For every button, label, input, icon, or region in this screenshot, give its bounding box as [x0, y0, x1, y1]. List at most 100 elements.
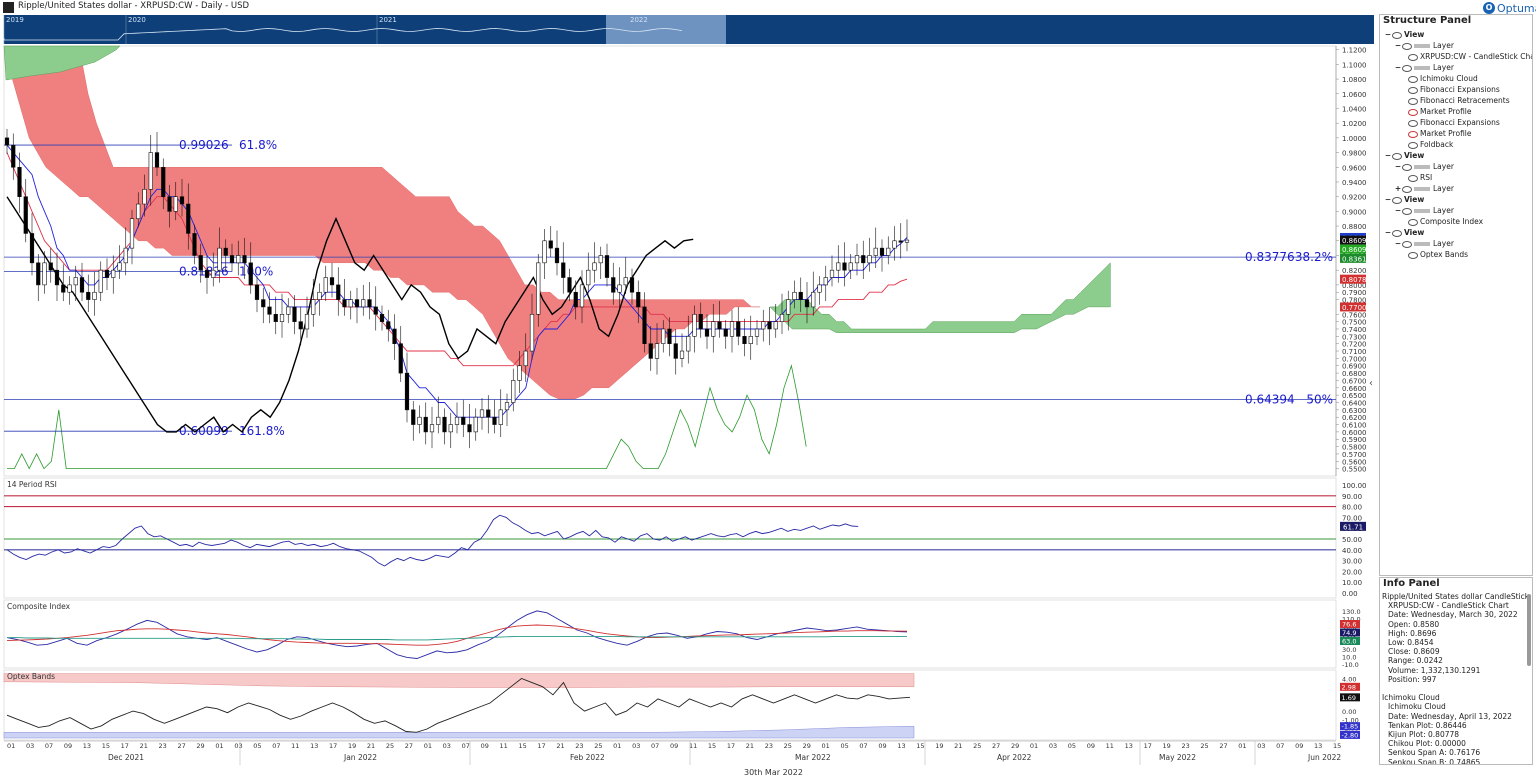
candle-body — [798, 291, 803, 300]
info-panel[interactable]: Info Panel Ripple/United States dollar C… — [1379, 577, 1533, 765]
candle-body — [261, 299, 266, 308]
visibility-eye-icon[interactable] — [1392, 229, 1402, 237]
time-axis-day-label: 25 — [594, 742, 602, 750]
visibility-eye-icon[interactable] — [1402, 207, 1412, 215]
collapse-icon[interactable]: − — [1394, 62, 1402, 73]
structure-tree-item[interactable]: − View — [1380, 29, 1532, 40]
collapse-icon[interactable]: − — [1394, 161, 1402, 172]
visibility-eye-icon[interactable] — [1402, 64, 1412, 72]
collapse-icon[interactable]: − — [1384, 29, 1392, 40]
candle-body — [492, 416, 497, 425]
structure-tree-item[interactable]: Optex Bands — [1380, 249, 1532, 260]
structure-tree-item[interactable]: Foldback — [1380, 139, 1532, 150]
info-row: Tenkan Plot: 0.86446 — [1388, 720, 1467, 730]
structure-tree-item[interactable]: − View — [1380, 194, 1532, 205]
rsi-axis-label: 0.00 — [1342, 590, 1358, 598]
time-axis-month-label: Dec 2021 — [108, 753, 144, 762]
price-axis-label: 0.8800 — [1342, 223, 1367, 231]
structure-panel[interactable]: Structure Panel − View − Layer XRPUSD:CW - C… — [1379, 14, 1533, 576]
candle-body — [479, 409, 485, 418]
structure-tree-item[interactable]: − Layer — [1380, 40, 1532, 51]
candle-body — [98, 269, 103, 293]
candle-body — [461, 416, 466, 425]
candle-body — [223, 247, 228, 256]
candle-body — [323, 277, 328, 293]
info-scrollbar[interactable] — [1527, 594, 1531, 666]
visibility-eye-icon[interactable] — [1408, 86, 1418, 94]
visibility-eye-icon[interactable] — [1408, 174, 1418, 182]
candle-body — [586, 269, 591, 286]
time-axis-day-label: 11 — [500, 742, 508, 750]
visibility-eye-icon[interactable] — [1392, 31, 1402, 39]
candle-body — [536, 262, 541, 315]
structure-tree-item[interactable]: Fibonacci Expansions — [1380, 84, 1532, 95]
candle-body — [23, 196, 28, 234]
panel-collapse-arrow-icon[interactable]: ‹ — [1369, 378, 1373, 389]
collapse-icon[interactable]: − — [1394, 205, 1402, 216]
layer-tools-icon[interactable] — [1414, 187, 1430, 191]
composite-value-label: 63.0 — [1342, 638, 1356, 646]
visibility-eye-icon[interactable] — [1408, 251, 1418, 259]
time-axis-month-label: Jan 2022 — [343, 753, 377, 762]
structure-tree-item[interactable]: XRPUSD:CW - CandleStick Chart — [1380, 51, 1532, 62]
info-row: Date: Wednesday, April 13, 2022 — [1388, 711, 1512, 721]
structure-tree-item[interactable]: − Layer — [1380, 62, 1532, 73]
layer-tools-icon[interactable] — [1414, 209, 1430, 213]
info-row — [1380, 684, 1532, 693]
candle-body — [592, 262, 597, 271]
info-row: Open: 0.8580 — [1388, 619, 1440, 629]
time-axis-day-label: 21 — [746, 742, 754, 750]
visibility-eye-icon[interactable] — [1392, 196, 1402, 204]
optex-axis-label: 4.00 — [1342, 676, 1356, 684]
overview-selection[interactable] — [606, 15, 726, 44]
candle-body — [411, 409, 416, 425]
candle-body — [848, 262, 853, 271]
structure-tree-item[interactable]: Fibonacci Retracements — [1380, 95, 1532, 106]
structure-tree-item[interactable]: − Layer — [1380, 205, 1532, 216]
expand-icon[interactable]: + — [1394, 183, 1402, 194]
layer-tools-icon[interactable] — [1414, 66, 1430, 70]
hidden-eye-icon[interactable] — [1408, 130, 1418, 138]
structure-tree-item[interactable]: + Layer — [1380, 183, 1532, 194]
price-badge-label: 0.8361 — [1342, 255, 1367, 263]
layer-tools-icon[interactable] — [1414, 165, 1430, 169]
structure-tree-item[interactable]: Market Profile — [1380, 128, 1532, 139]
collapse-icon[interactable]: − — [1394, 40, 1402, 51]
structure-tree-item[interactable]: Ichimoku Cloud — [1380, 73, 1532, 84]
layer-tools-icon[interactable] — [1414, 242, 1430, 246]
structure-tree-item[interactable]: − Layer — [1380, 238, 1532, 249]
collapse-icon[interactable]: − — [1394, 238, 1402, 249]
chart-canvas[interactable]: 2019 2020 2021 2022 0.99026 61.8%0.81826 100%… — [0, 0, 1378, 783]
time-axis-day-label: 15 — [518, 742, 526, 750]
visibility-eye-icon[interactable] — [1402, 240, 1412, 248]
visibility-eye-icon[interactable] — [1408, 119, 1418, 127]
structure-tree-item[interactable]: Fibonacci Expansions — [1380, 117, 1532, 128]
info-row: Ichimoku Cloud — [1382, 693, 1440, 703]
hidden-eye-icon[interactable] — [1408, 108, 1418, 116]
visibility-eye-icon[interactable] — [1408, 97, 1418, 105]
visibility-eye-icon[interactable] — [1402, 42, 1412, 50]
layer-tools-icon[interactable] — [1414, 44, 1430, 48]
time-axis-day-label: 07 — [462, 742, 470, 750]
collapse-icon[interactable]: − — [1384, 194, 1392, 205]
candle-body — [867, 255, 872, 264]
visibility-eye-icon[interactable] — [1408, 218, 1418, 226]
structure-tree-item[interactable]: RSI — [1380, 172, 1532, 183]
structure-tree-item[interactable]: − View — [1380, 150, 1532, 161]
structure-tree-item[interactable]: Market Profile — [1380, 106, 1532, 117]
structure-item-label: View — [1404, 195, 1425, 204]
visibility-eye-icon[interactable] — [1408, 75, 1418, 83]
collapse-icon[interactable]: − — [1384, 150, 1392, 161]
info-row: Range: 0.0242 — [1388, 656, 1443, 666]
rsi-axis-label: 10.00 — [1342, 579, 1362, 587]
collapse-icon[interactable]: − — [1384, 227, 1392, 238]
visibility-eye-icon[interactable] — [1392, 152, 1402, 160]
visibility-eye-icon[interactable] — [1408, 53, 1418, 61]
structure-tree-item[interactable]: − View — [1380, 227, 1532, 238]
structure-tree-item[interactable]: − Layer — [1380, 161, 1532, 172]
visibility-eye-icon[interactable] — [1408, 141, 1418, 149]
structure-tree-item[interactable]: Composite Index — [1380, 216, 1532, 227]
visibility-eye-icon[interactable] — [1402, 185, 1412, 193]
structure-tree[interactable]: − View − Layer XRPUSD:CW - CandleStick Chart… — [1380, 29, 1532, 260]
visibility-eye-icon[interactable] — [1402, 163, 1412, 171]
